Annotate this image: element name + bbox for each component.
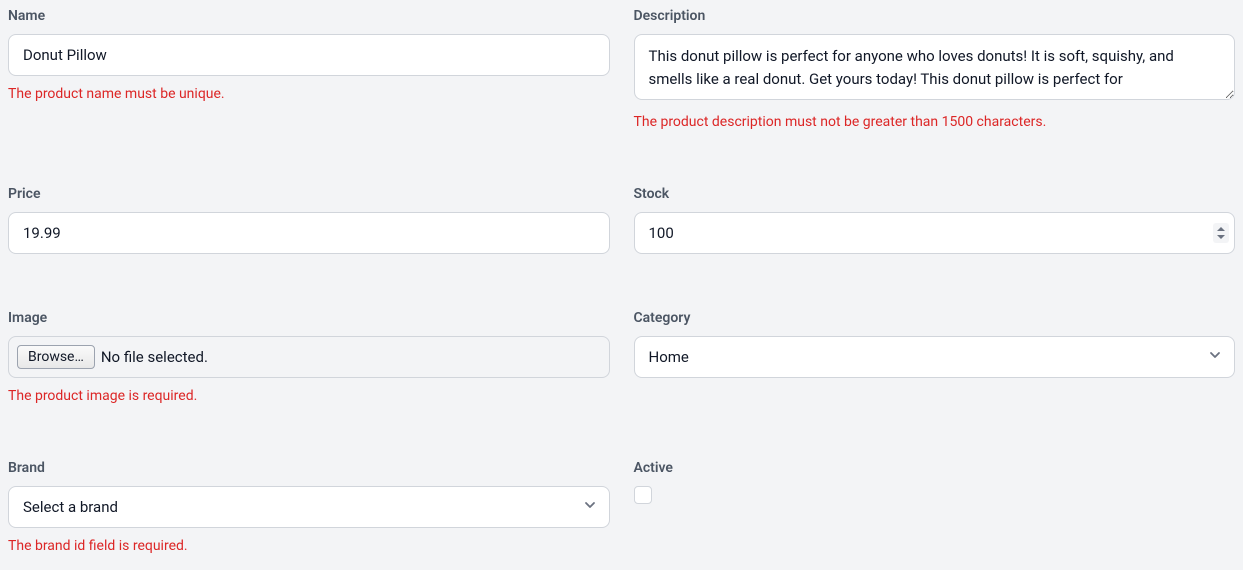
- brand-field: Brand Select a brand The brand id field …: [8, 460, 610, 554]
- category-field: Category Home: [634, 310, 1236, 404]
- description-error: The product description must not be grea…: [634, 114, 1236, 130]
- description-label: Description: [634, 8, 1236, 24]
- name-input[interactable]: [8, 34, 610, 76]
- image-file-picker[interactable]: Browse… No file selected.: [8, 336, 610, 378]
- active-label: Active: [634, 460, 1236, 476]
- browse-button[interactable]: Browse…: [17, 345, 95, 369]
- price-label: Price: [8, 186, 610, 202]
- stock-label: Stock: [634, 186, 1236, 202]
- brand-select[interactable]: Select a brand: [8, 486, 610, 528]
- brand-error: The brand id field is required.: [8, 538, 610, 554]
- image-field: Image Browse… No file selected. The prod…: [8, 310, 610, 404]
- name-error: The product name must be unique.: [8, 86, 610, 102]
- file-status-text: No file selected.: [101, 348, 208, 366]
- brand-label: Brand: [8, 460, 610, 476]
- stock-field: Stock: [634, 186, 1236, 254]
- description-field: Description This donut pillow is perfect…: [634, 8, 1236, 130]
- description-textarea[interactable]: This donut pillow is perfect for anyone …: [634, 34, 1236, 100]
- price-input[interactable]: [8, 212, 610, 254]
- active-field: Active: [634, 460, 1236, 554]
- category-select[interactable]: Home: [634, 336, 1236, 378]
- image-label: Image: [8, 310, 610, 326]
- name-label: Name: [8, 8, 610, 24]
- price-field: Price: [8, 186, 610, 254]
- active-checkbox[interactable]: [634, 486, 652, 504]
- image-error: The product image is required.: [8, 388, 610, 404]
- name-field: Name The product name must be unique.: [8, 8, 610, 130]
- stock-input[interactable]: [634, 212, 1236, 254]
- category-label: Category: [634, 310, 1236, 326]
